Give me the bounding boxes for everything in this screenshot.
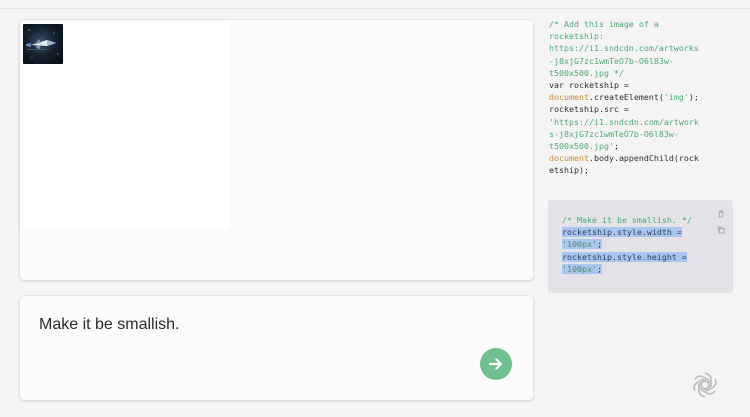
arrow-right-icon [487, 355, 505, 373]
code-width-line: rocketship.style.width = [562, 227, 682, 238]
code-block-comment: /* Make it be smallish. */ [562, 215, 692, 225]
rocketship-image [23, 24, 63, 64]
code-height-line: rocketship.style.height = [562, 251, 687, 262]
code-token: document [549, 153, 589, 164]
code-token: 'img' [663, 92, 689, 103]
code-token: = [618, 79, 629, 90]
prompt-panel[interactable]: Make it be smallish. [20, 296, 533, 400]
copy-icon[interactable] [717, 226, 725, 234]
code-token: var [549, 79, 569, 90]
code-token: t500x500.jpg */ [549, 67, 624, 78]
trash-icon[interactable] [717, 210, 725, 218]
latest-code-block: /* Make it be smallish. */ rocketship.st… [548, 200, 733, 293]
send-button[interactable] [480, 348, 512, 380]
code-token: ); [688, 92, 699, 103]
code-token: s-j8xjG7zc1wmTeO7b-O6l83w- [549, 128, 679, 139]
top-divider [0, 8, 750, 9]
code-line: rocketship: [549, 30, 739, 42]
code-token: https://i1.sndcdn.com/artworks [549, 43, 699, 54]
code-token: rocketship.src = [549, 104, 629, 115]
code-line: var rocketship = [549, 79, 739, 91]
code-line: t500x500.jpg */ [549, 67, 739, 79]
code-line: document.createElement('img'); [549, 91, 739, 103]
code-width-value: '100px' [562, 239, 597, 250]
code-height-value: '100px' [562, 263, 597, 274]
code-token: /* Add this image of a [549, 19, 659, 29]
code-token: 'https://i1.sndcdn.com/artwork [549, 116, 699, 127]
generated-code-panel: /* Add this image of a rocketship: https:/… [549, 18, 739, 176]
code-line: s-j8xjG7zc1wmTeO7b-O6l83w- [549, 128, 739, 140]
code-line: -j8xjG7zc1wmTeO7b-O6l83w- [549, 55, 739, 67]
code-token: etship); [549, 165, 589, 176]
prompt-input[interactable]: Make it be smallish. [39, 316, 180, 334]
code-line: rocketship.src = [549, 103, 739, 115]
code-height-semicolon: ; [596, 263, 602, 274]
code-line: t500x500.jpg'; [549, 140, 739, 152]
code-token: .body.appendChild(rock [588, 153, 699, 164]
code-token: .createElement( [588, 92, 664, 103]
code-token: -j8xjG7zc1wmTeO7b-O6l83w- [549, 55, 674, 66]
code-width-semicolon: ; [596, 239, 602, 250]
code-line: https://i1.sndcdn.com/artworks [549, 42, 739, 54]
code-token: document [549, 92, 589, 103]
code-line: document.body.appendChild(rock [549, 152, 739, 164]
code-token: ; [613, 140, 619, 151]
code-line: /* Add this image of a [549, 18, 739, 30]
code-line: etship); [549, 164, 739, 176]
code-line: 'https://i1.sndcdn.com/artwork [549, 116, 739, 128]
output-preview-panel [20, 20, 533, 280]
code-token: t500x500.jpg' [549, 140, 614, 151]
openai-logo-icon [689, 369, 721, 401]
code-token: rocketship: [549, 31, 604, 42]
code-token: rocketship [568, 79, 619, 90]
